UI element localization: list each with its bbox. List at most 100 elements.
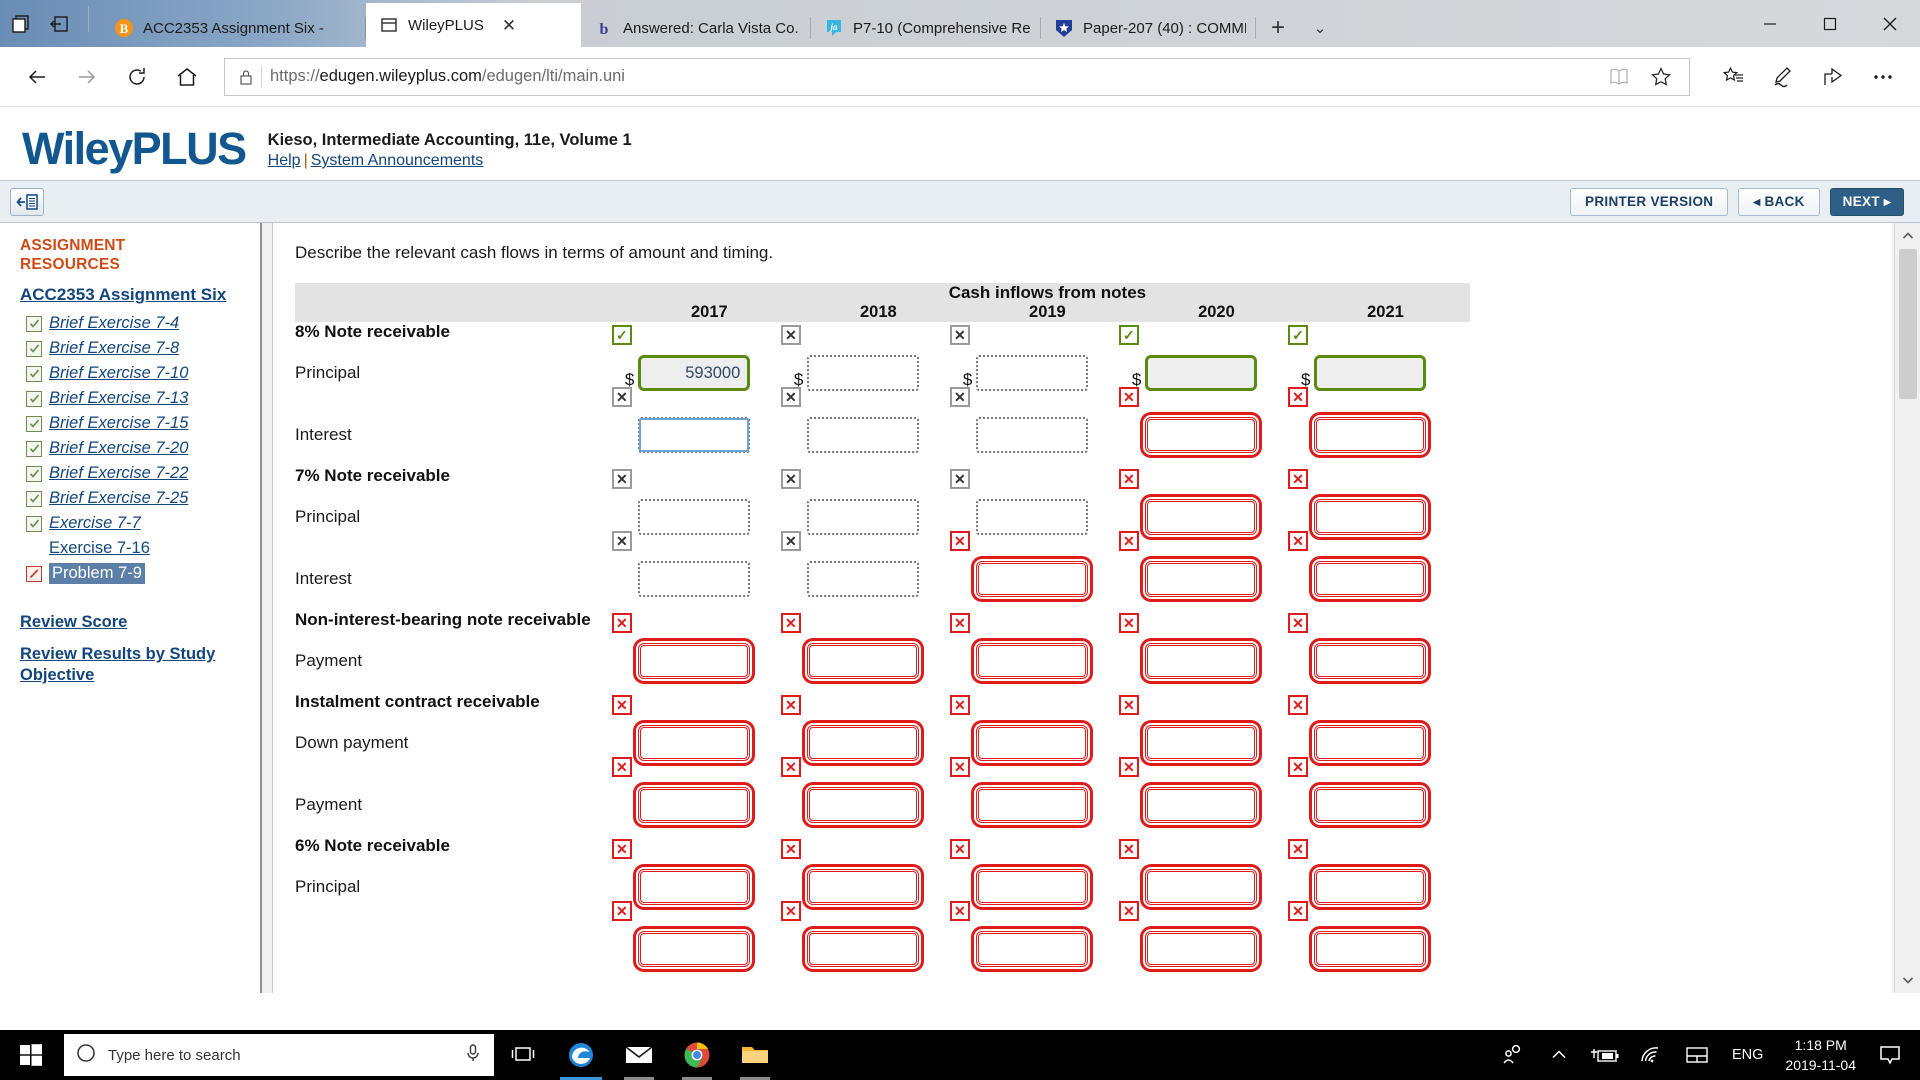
amount-input[interactable] xyxy=(638,561,751,597)
amount-input[interactable] xyxy=(1314,417,1427,453)
amount-input[interactable] xyxy=(1145,869,1258,905)
sidebar-item-label[interactable]: Brief Exercise 7-22 xyxy=(49,464,188,483)
amount-input[interactable] xyxy=(1145,561,1258,597)
browser-tab[interactable]: Paper-207 (40) : COMMER xyxy=(1041,9,1256,47)
tab-list-menu-button[interactable]: ⌄ xyxy=(1298,9,1340,47)
sidebar-item-label[interactable]: Brief Exercise 7-10 xyxy=(49,364,188,383)
address-bar[interactable]: https://edugen.wileyplus.com/edugen/lti/… xyxy=(224,57,1690,96)
close-button[interactable] xyxy=(1860,0,1920,47)
battery-charging-icon[interactable] xyxy=(1582,1030,1628,1080)
set-aside-tabs-icon[interactable] xyxy=(48,13,70,35)
amount-input[interactable] xyxy=(1314,787,1427,823)
review-results-link[interactable]: Review Results by Study Objective xyxy=(20,644,252,686)
amount-input[interactable] xyxy=(976,499,1089,535)
amount-input[interactable] xyxy=(807,643,920,679)
sidebar-item-brief-exercise-7-25[interactable]: Brief Exercise 7-25 xyxy=(26,486,252,511)
close-icon[interactable]: ✕ xyxy=(502,17,516,34)
amount-input[interactable] xyxy=(638,499,751,535)
content-vertical-scrollbar[interactable] xyxy=(1894,223,1920,993)
clock[interactable]: 1:18 PM 2019-11-04 xyxy=(1775,1035,1866,1076)
printer-version-button[interactable]: PRINTER VERSION xyxy=(1570,187,1729,216)
sidebar-item-brief-exercise-7-4[interactable]: Brief Exercise 7-4 xyxy=(26,311,252,336)
amount-input[interactable] xyxy=(1145,787,1258,823)
scroll-up-arrow[interactable] xyxy=(1895,223,1920,249)
reading-view-icon[interactable] xyxy=(1599,60,1639,94)
sidebar-item-label[interactable]: Brief Exercise 7-8 xyxy=(49,339,179,358)
amount-input[interactable] xyxy=(1314,499,1427,535)
sidebar-item-label[interactable]: Brief Exercise 7-15 xyxy=(49,414,188,433)
browser-tab[interactable]: ja P7-10 (Comprehensive Re xyxy=(811,9,1041,47)
taskbar-chrome-icon[interactable] xyxy=(668,1030,726,1080)
taskbar-edge-icon[interactable] xyxy=(552,1030,610,1080)
amount-input[interactable] xyxy=(638,787,751,823)
microphone-icon[interactable] xyxy=(464,1043,482,1068)
system-announcements-link[interactable]: System Announcements xyxy=(311,152,484,169)
amount-input[interactable] xyxy=(1145,499,1258,535)
start-button-icon[interactable] xyxy=(0,1030,62,1080)
action-center-icon[interactable] xyxy=(1866,1030,1914,1080)
language-indicator[interactable]: ENG xyxy=(1720,1047,1775,1063)
sidebar-item-exercise-7-16[interactable]: Exercise 7-16 xyxy=(26,536,252,561)
scrollbar-thumb[interactable] xyxy=(1899,249,1917,399)
amount-input[interactable] xyxy=(807,417,920,453)
taskbar-mail-icon[interactable] xyxy=(610,1030,668,1080)
sidebar-item-label[interactable]: Brief Exercise 7-13 xyxy=(49,389,188,408)
scroll-down-arrow[interactable] xyxy=(1895,967,1920,993)
favorite-star-icon[interactable] xyxy=(1641,60,1681,94)
amount-input[interactable] xyxy=(1314,869,1427,905)
sidebar-item-brief-exercise-7-10[interactable]: Brief Exercise 7-10 xyxy=(26,361,252,386)
review-score-link[interactable]: Review Score xyxy=(20,612,252,633)
task-view-icon[interactable] xyxy=(494,1030,552,1080)
amount-input[interactable] xyxy=(1145,643,1258,679)
amount-input[interactable] xyxy=(807,355,920,391)
sidebar-item-label[interactable]: Brief Exercise 7-25 xyxy=(49,489,188,508)
back-icon[interactable] xyxy=(14,54,60,100)
amount-input[interactable] xyxy=(807,787,920,823)
amount-input[interactable] xyxy=(807,725,920,761)
search-input[interactable]: Type here to search xyxy=(64,1034,494,1076)
sidebar-item-label[interactable]: Brief Exercise 7-20 xyxy=(49,439,188,458)
amount-input[interactable] xyxy=(638,417,751,453)
sidebar-item-label[interactable]: Exercise 7-16 xyxy=(49,539,150,558)
web-notes-pen-icon[interactable] xyxy=(1760,54,1806,100)
amount-input[interactable] xyxy=(638,869,751,905)
amount-input[interactable] xyxy=(807,499,920,535)
amount-input[interactable] xyxy=(1145,417,1258,453)
back-button[interactable]: ◂ BACK xyxy=(1738,187,1820,216)
amount-input[interactable] xyxy=(1145,355,1258,391)
sidebar-item-brief-exercise-7-13[interactable]: Brief Exercise 7-13 xyxy=(26,386,252,411)
amount-input[interactable] xyxy=(1314,725,1427,761)
amount-input[interactable] xyxy=(1314,561,1427,597)
amount-input[interactable] xyxy=(1314,643,1427,679)
show-hidden-icons-chevron-icon[interactable] xyxy=(1536,1030,1582,1080)
refresh-icon[interactable] xyxy=(114,54,160,100)
assignment-link[interactable]: ACC2353 Assignment Six xyxy=(20,284,252,305)
amount-input[interactable] xyxy=(976,643,1089,679)
amount-input[interactable] xyxy=(1314,931,1427,967)
amount-input[interactable] xyxy=(976,787,1089,823)
browser-tab[interactable]: B ACC2353 Assignment Six - xyxy=(101,9,366,47)
sidebar-item-label[interactable]: Problem 7-9 xyxy=(49,563,145,585)
home-icon[interactable] xyxy=(164,54,210,100)
amount-input[interactable] xyxy=(638,931,751,967)
maximize-button[interactable] xyxy=(1800,0,1860,47)
favorites-list-icon[interactable] xyxy=(1710,54,1756,100)
browser-tab-active[interactable]: WileyPLUS ✕ xyxy=(366,3,581,47)
help-link[interactable]: Help xyxy=(268,152,301,169)
forward-icon[interactable] xyxy=(64,54,110,100)
sidebar-item-brief-exercise-7-15[interactable]: Brief Exercise 7-15 xyxy=(26,411,252,436)
taskbar-file-explorer-icon[interactable] xyxy=(726,1030,784,1080)
people-icon[interactable] xyxy=(1490,1030,1536,1080)
amount-input[interactable] xyxy=(976,417,1089,453)
amount-input[interactable] xyxy=(638,725,751,761)
amount-input[interactable] xyxy=(976,725,1089,761)
sidebar-item-problem-7-9[interactable]: Problem 7-9 xyxy=(26,561,252,586)
sidebar-item-exercise-7-7[interactable]: Exercise 7-7 xyxy=(26,511,252,536)
amount-input[interactable] xyxy=(976,561,1089,597)
new-tab-button[interactable]: + xyxy=(1256,9,1298,47)
amount-input[interactable] xyxy=(638,643,751,679)
sidebar-item-brief-exercise-7-8[interactable]: Brief Exercise 7-8 xyxy=(26,336,252,361)
amount-input[interactable] xyxy=(807,931,920,967)
amount-input[interactable] xyxy=(976,931,1089,967)
amount-input[interactable] xyxy=(976,869,1089,905)
